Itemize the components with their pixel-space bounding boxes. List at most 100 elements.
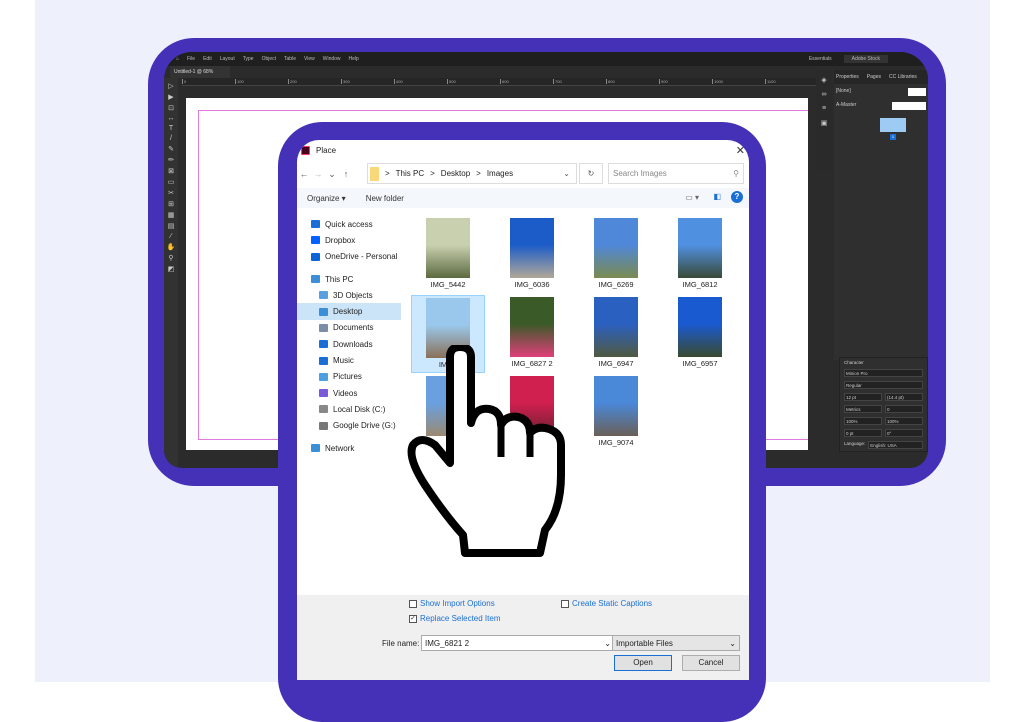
master-a[interactable]: A-Master [836,102,856,110]
show-import-options-checkbox[interactable]: Show Import Options [409,599,495,608]
document-tab[interactable]: Untitled-1 @ 68% [170,66,230,78]
file-type-select[interactable]: Importable Files ⌄ [612,635,740,651]
font-family-field[interactable]: Minion Pro [844,369,923,377]
breadcrumb-desktop[interactable]: Desktop [441,169,470,178]
transform-icon[interactable]: ⊞ [168,200,174,208]
pencil-tool-icon[interactable]: ✏ [168,156,174,164]
navigation-pane: Quick access Dropbox OneDrive - Personal Th… [297,216,401,456]
font-size-field[interactable]: 12 pt [844,393,882,401]
selection-tool-icon[interactable]: ▷ [168,82,173,90]
file-thumbnail[interactable]: IMG_6269 [579,216,653,294]
file-thumbnail[interactable]: IMG_6812 [663,216,737,294]
sidebar-item[interactable]: Pictures [297,369,401,385]
file-thumbnail[interactable]: IMG_6036 [495,216,569,294]
menu-window[interactable]: Window [323,56,341,62]
zoom-tool-icon[interactable]: ⚲ [168,254,173,262]
file-name-input[interactable]: IMG_6821 2 ⌄ [421,635,615,651]
menu-edit[interactable]: Edit [203,56,212,62]
eyedropper-icon[interactable]: ⁄ [170,233,171,240]
type-tool-icon[interactable]: T [169,125,173,132]
swatches-icon[interactable]: ▣ [821,119,828,127]
tracking-field[interactable]: 0 [885,405,923,413]
preview-pane-icon[interactable]: ◧ [713,192,721,201]
note-icon[interactable]: ▤ [168,222,175,230]
master-none[interactable]: [None] [836,88,851,96]
sidebar-item[interactable]: Network [297,440,401,456]
close-icon[interactable]: ✕ [736,144,745,157]
breadcrumb-images[interactable]: Images [487,169,513,178]
recent-chevron-icon[interactable]: ⌄ [325,169,339,180]
stroke-icon[interactable]: ≡ [822,105,826,112]
rect-tool-icon[interactable]: ▭ [168,178,175,186]
sidebar-item[interactable]: Local Disk (C:) [297,401,401,417]
sidebar-item[interactable]: OneDrive - Personal [297,249,401,265]
open-button[interactable]: Open [614,655,672,671]
rect-frame-icon[interactable]: ⊠ [168,167,174,175]
menu-file[interactable]: File [187,56,195,62]
gap-tool-icon[interactable]: ↔ [168,115,175,122]
sidebar-item[interactable]: Desktop [297,303,401,320]
create-static-captions-checkbox[interactable]: Create Static Captions [561,599,652,608]
sidebar-item[interactable]: Quick access [297,216,401,232]
menu-layout[interactable]: Layout [220,56,235,62]
page-thumbnail[interactable] [880,118,906,132]
baseline-field[interactable]: 0 pt [844,429,882,437]
vertical-scale-field[interactable]: 100% [844,417,882,425]
links-icon[interactable]: ∞ [822,91,827,98]
view-options-icon[interactable]: ▭ ▾ [685,193,699,202]
line-tool-icon[interactable]: / [170,135,172,142]
gradient-icon[interactable]: ▦ [168,211,175,219]
organize-button[interactable]: Organize ▾ [307,194,346,203]
panel-tab[interactable]: CC Libraries [889,74,917,80]
refresh-button[interactable]: ↻ [579,163,603,184]
panel-tab[interactable]: Pages [867,74,881,80]
forward-arrow-icon[interactable]: → [311,169,325,179]
panel-tab[interactable]: Properties [836,74,859,80]
home-icon[interactable]: ⌂ [176,56,179,62]
sidebar-item[interactable]: Dropbox [297,232,401,248]
menu-type[interactable]: Type [243,56,254,62]
hand-tool-icon[interactable]: ✋ [167,243,176,251]
page-tool-icon[interactable]: ⊡ [168,104,174,112]
back-arrow-icon[interactable]: ← [297,169,311,179]
search-input[interactable]: Search Images ⚲ [608,163,744,184]
stock-search[interactable]: Adobe Stock [843,55,888,63]
menu-object[interactable]: Object [262,56,276,62]
menu-view[interactable]: View [304,56,315,62]
sidebar-item[interactable]: Downloads [297,336,401,352]
help-icon[interactable]: ? [731,191,743,203]
up-arrow-icon[interactable]: ↑ [339,169,353,179]
menu-help[interactable]: Help [349,56,359,62]
direct-selection-icon[interactable]: ▶ [168,93,173,101]
cancel-button[interactable]: Cancel [682,655,740,671]
leading-field[interactable]: (14.4 pt) [885,393,923,401]
chevron-down-icon[interactable]: ⌄ [563,169,570,178]
scissors-icon[interactable]: ✂ [168,189,174,197]
sidebar-item[interactable]: Videos [297,385,401,401]
sidebar-item[interactable]: Google Drive (G:) [297,418,401,434]
layers-icon[interactable]: ◈ [821,76,826,84]
file-thumbnail[interactable]: IMG_6947 [579,295,653,373]
menu-table[interactable]: Table [284,56,296,62]
pen-tool-icon[interactable]: ✎ [168,145,174,153]
breadcrumb-this-pc[interactable]: This PC [396,169,424,178]
workspace-switcher[interactable]: Essentials [809,56,832,62]
sidebar-item[interactable]: This PC [297,271,401,287]
address-bar[interactable]: > This PC > Desktop > Images ⌄ [367,163,577,184]
sidebar-item[interactable]: Music [297,352,401,368]
sidebar-item[interactable]: Documents [297,320,401,336]
file-name: IMG_6947 [598,359,634,368]
fill-stroke-icon[interactable]: ◩ [168,265,175,273]
horizontal-scale-field[interactable]: 100% [885,417,923,425]
replace-selected-checkbox[interactable]: ✓ Replace Selected Item [409,614,501,623]
font-style-field[interactable]: Regular [844,381,923,389]
sidebar-item-label: Google Drive (G:) [333,421,396,431]
file-thumbnail[interactable]: IMG_9074 [579,374,653,452]
file-thumbnail[interactable]: IMG_6957 [663,295,737,373]
skew-field[interactable]: 0° [885,429,923,437]
file-thumbnail[interactable]: IMG_5442 [411,216,485,294]
kerning-field[interactable]: Metrics [844,405,882,413]
language-select[interactable]: English: USA [868,441,923,449]
new-folder-button[interactable]: New folder [366,194,404,203]
sidebar-item[interactable]: 3D Objects [297,287,401,303]
